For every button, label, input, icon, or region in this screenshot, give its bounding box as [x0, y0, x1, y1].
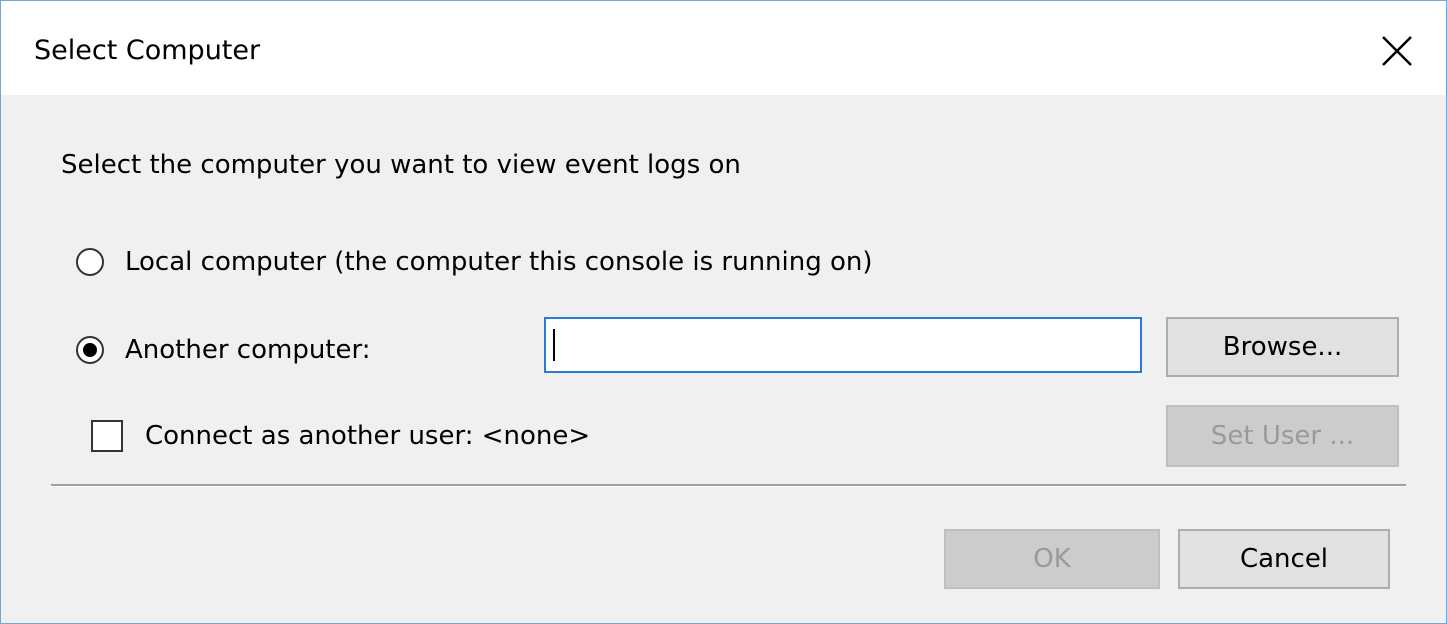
connect-as-another-user-checkbox[interactable]	[91, 420, 123, 452]
ok-button[interactable]: OK	[944, 529, 1160, 589]
set-user-button[interactable]: Set User ...	[1166, 405, 1399, 467]
connect-as-another-user-label: Connect as another user: <none>	[145, 421, 591, 451]
computer-name-input[interactable]	[544, 317, 1142, 373]
local-computer-label: Local computer (the computer this consol…	[125, 247, 873, 277]
another-computer-option[interactable]: Another computer:	[75, 333, 371, 367]
browse-button[interactable]: Browse...	[1166, 317, 1399, 377]
separator	[51, 484, 1406, 487]
local-computer-radio[interactable]	[75, 247, 105, 277]
instruction-text: Select the computer you want to view eve…	[61, 150, 741, 180]
dialog-title: Select Computer	[34, 35, 261, 66]
close-icon	[1382, 36, 1412, 66]
select-computer-dialog: Select Computer Select the computer you …	[0, 0, 1447, 624]
close-button[interactable]	[1369, 23, 1425, 79]
another-computer-label: Another computer:	[125, 335, 371, 365]
cancel-button[interactable]: Cancel	[1178, 529, 1390, 589]
title-bar: Select Computer	[1, 1, 1446, 95]
another-computer-radio[interactable]	[75, 335, 105, 365]
connect-as-another-user-option[interactable]: Connect as another user: <none>	[91, 419, 590, 453]
local-computer-option[interactable]: Local computer (the computer this consol…	[75, 245, 873, 279]
